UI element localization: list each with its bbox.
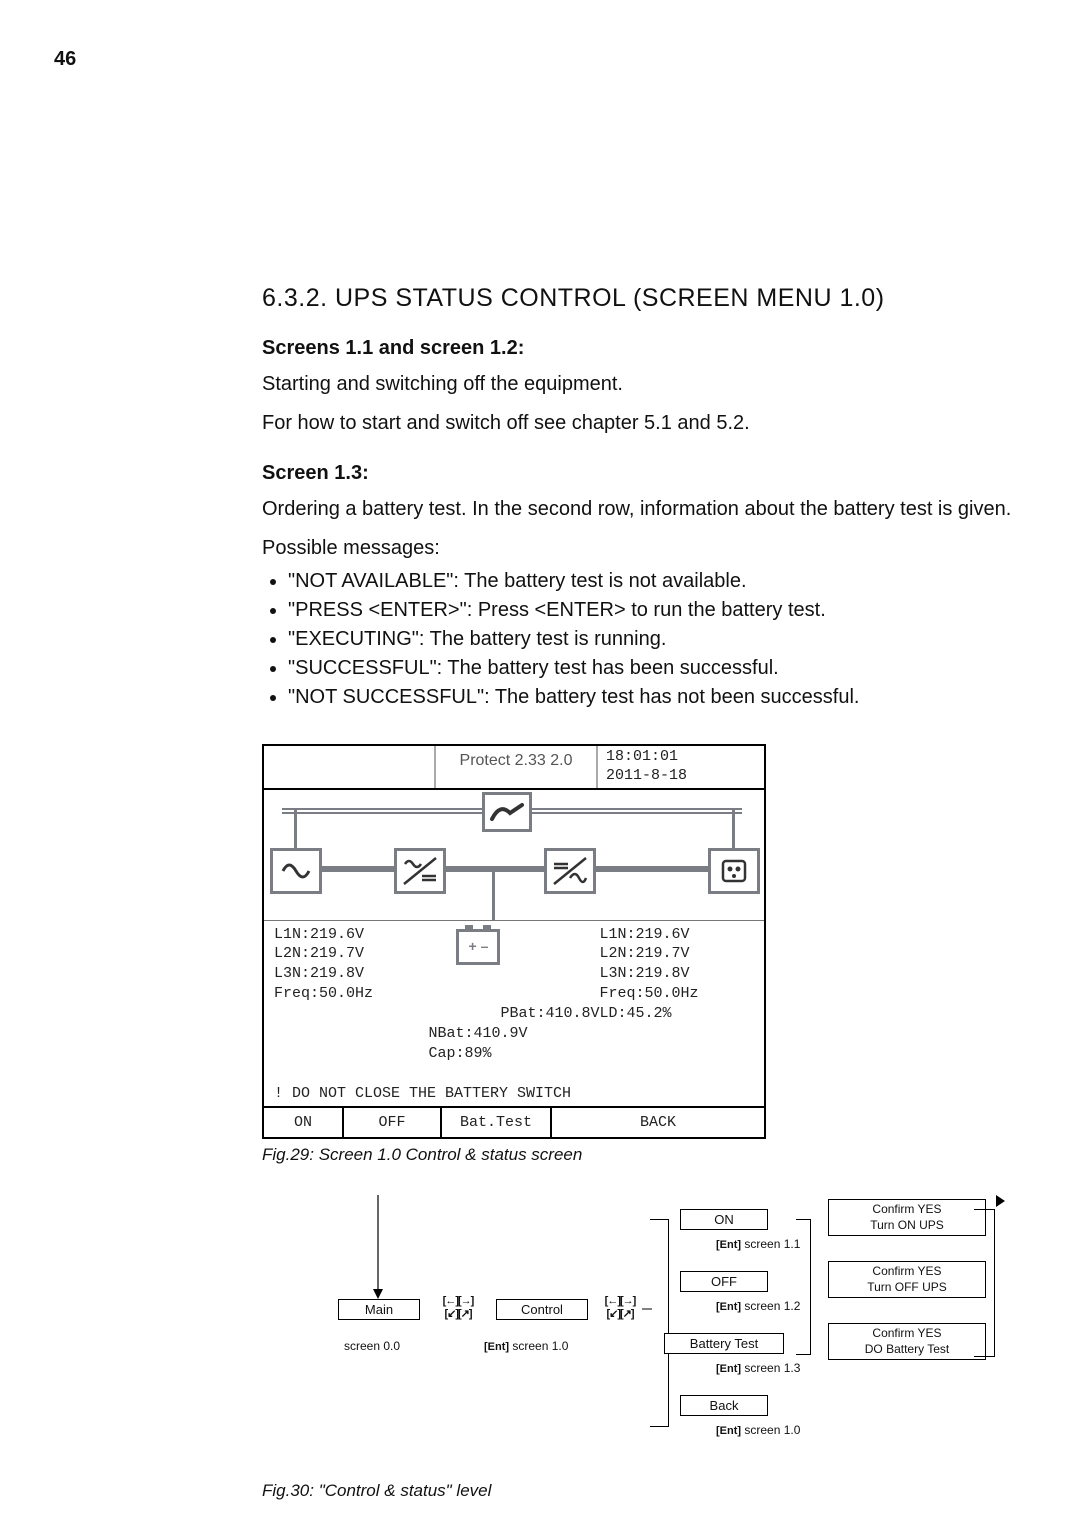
lcd-schematic: [264, 790, 764, 921]
figure-30-flowchart: Main screen 0.0 [←][→] [↙][↗] Control [E…: [318, 1195, 1038, 1475]
battery-icon: + –: [456, 929, 500, 965]
message-list: "NOT AVAILABLE": The battery test is not…: [262, 567, 1028, 712]
node-on: ON: [680, 1209, 768, 1230]
lcd-right-column: L1N:219.6V L2N:219.7V L3N:219.8V Freq:50…: [600, 925, 754, 1084]
node-battery-test-sub: [Ent] screen 1.3: [716, 1361, 800, 1375]
node-on-sub: [Ent] screen 1.1: [716, 1237, 800, 1251]
nav-arrows-icon: [←][→] [↙][↗]: [598, 1295, 642, 1320]
bracket-icon: [974, 1209, 995, 1357]
lcd-menubar: ON OFF Bat.Test BACK: [264, 1108, 764, 1137]
bracket-icon: [650, 1219, 669, 1427]
menu-bat-test[interactable]: Bat.Test: [442, 1108, 552, 1137]
body-para: Starting and switching off the equipment…: [262, 370, 1028, 399]
figure-30-caption: Fig.30: "Control & status" level: [262, 1481, 1028, 1501]
subheading-screens-1-1-1-2: Screens 1.1 and screen 1.2:: [262, 337, 1028, 360]
node-main-sub: screen 0.0: [344, 1339, 400, 1353]
lcd-warning-line: ! DO NOT CLOSE THE BATTERY SWITCH: [264, 1085, 764, 1108]
lcd-center-column: + – PBat:410.8V NBat:410.9V Cap:89%: [428, 925, 599, 1084]
nav-arrows-icon: [←][→] [↙][↗]: [436, 1295, 480, 1320]
lcd-time: 18:01:01: [606, 748, 756, 767]
menu-back[interactable]: BACK: [552, 1108, 764, 1137]
lcd-model-title: Protect 2.33 2.0: [434, 746, 596, 788]
message-item: "NOT SUCCESSFUL": The battery test has n…: [288, 683, 1028, 712]
message-item: "SUCCESSFUL": The battery test has been …: [288, 654, 1028, 683]
node-control-sub: [Ent] screen 1.0: [484, 1339, 568, 1353]
body-para: For how to start and switch off see chap…: [262, 409, 1028, 438]
body-para: Ordering a battery test. In the second r…: [262, 495, 1028, 524]
section-title: 6.3.2. UPS STATUS CONTROL (SCREEN MENU 1…: [262, 284, 1028, 313]
lcd-left-column: L1N:219.6V L2N:219.7V L3N:219.8V Freq:50…: [274, 925, 428, 1084]
rectifier-icon: [394, 848, 446, 894]
subheading-screen-1-3: Screen 1.3:: [262, 462, 1028, 485]
node-off: OFF: [680, 1271, 768, 1292]
page: 46 6.3.2. UPS STATUS CONTROL (SCREEN MEN…: [0, 0, 1080, 1527]
down-arrow-icon: [371, 1195, 385, 1301]
switch-icon: [482, 792, 532, 832]
node-main: Main: [338, 1299, 420, 1320]
node-off-sub: [Ent] screen 1.2: [716, 1299, 800, 1313]
figure-29-lcd-screen: Protect 2.33 2.0 18:01:01 2011-8-18: [262, 744, 766, 1139]
cursor-icon: [996, 1195, 1005, 1207]
node-confirm-on: Confirm YES Turn ON UPS: [828, 1199, 986, 1236]
node-control: Control: [496, 1299, 588, 1320]
page-number: 46: [54, 48, 76, 71]
menu-on[interactable]: ON: [264, 1108, 344, 1137]
message-item: "NOT AVAILABLE": The battery test is not…: [288, 567, 1028, 596]
output-plug-icon: [708, 848, 760, 894]
figure-29-caption: Fig.29: Screen 1.0 Control & status scre…: [262, 1145, 1028, 1165]
node-confirm-battery: Confirm YES DO Battery Test: [828, 1323, 986, 1360]
bracket-icon: [796, 1219, 811, 1355]
node-back-sub: [Ent] screen 1.0: [716, 1423, 800, 1437]
inverter-icon: [544, 848, 596, 894]
node-back: Back: [680, 1395, 768, 1416]
node-confirm-off: Confirm YES Turn OFF UPS: [828, 1261, 986, 1298]
menu-off[interactable]: OFF: [344, 1108, 442, 1137]
message-item: "PRESS <ENTER>": Press <ENTER> to run th…: [288, 596, 1028, 625]
lcd-date: 2011-8-18: [606, 767, 756, 786]
lcd-datetime: 18:01:01 2011-8-18: [596, 746, 764, 788]
body-para: Possible messages:: [262, 534, 1028, 563]
message-item: "EXECUTING": The battery test is running…: [288, 625, 1028, 654]
node-battery-test: Battery Test: [664, 1333, 784, 1354]
input-sine-icon: [270, 848, 322, 894]
